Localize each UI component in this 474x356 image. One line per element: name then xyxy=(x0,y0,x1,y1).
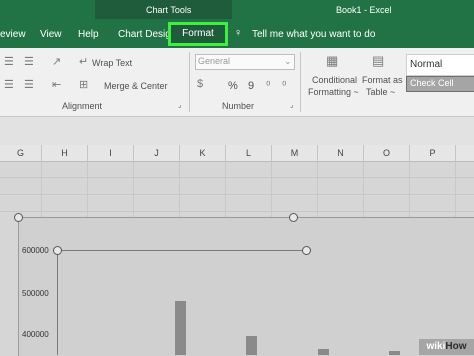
group-separator xyxy=(189,52,190,112)
resize-handle[interactable] xyxy=(14,213,23,222)
chevron-down-icon: ⌄ xyxy=(284,56,292,66)
chart-bar[interactable] xyxy=(318,349,329,355)
column-header[interactable]: N xyxy=(318,145,364,161)
y-tick-label: 500000 xyxy=(22,289,49,298)
grid-line xyxy=(317,162,318,217)
column-header[interactable]: K xyxy=(180,145,226,161)
grid-line xyxy=(225,162,226,217)
decrease-decimal-icon[interactable]: ⁰ xyxy=(282,79,286,92)
grid-line xyxy=(0,194,474,195)
increase-decimal-icon[interactable]: ⁰ xyxy=(266,79,270,92)
grid-line xyxy=(133,162,134,217)
align-left-icon[interactable]: ☰ xyxy=(4,78,14,91)
percent-button[interactable]: % xyxy=(228,80,238,92)
style-check-cell[interactable]: Check Cell xyxy=(406,76,474,92)
indent-icon[interactable]: ⇤ xyxy=(52,78,61,91)
align-icon[interactable]: ☰ xyxy=(24,55,34,68)
tell-me-search[interactable]: Tell me what you want to do xyxy=(252,29,375,40)
lightbulb-icon: ♀ xyxy=(234,27,243,39)
grid-line xyxy=(363,162,364,217)
alignment-group-label: Alignment xyxy=(62,101,103,111)
title-bar xyxy=(0,0,474,19)
grid-line xyxy=(409,162,410,217)
style-normal[interactable]: Normal xyxy=(406,54,474,76)
tab-help[interactable]: Help xyxy=(78,29,99,40)
group-separator xyxy=(300,52,301,112)
merge-center-button[interactable]: Merge & Center xyxy=(104,81,168,91)
grid-line xyxy=(0,211,474,212)
tab-view[interactable]: View xyxy=(40,29,62,40)
watermark-badge: wikiHow xyxy=(419,339,474,355)
dialog-launcher-icon[interactable]: ⌟ xyxy=(290,101,293,109)
grid-line xyxy=(0,177,474,178)
resize-handle[interactable] xyxy=(289,213,298,222)
y-tick-label: 600000 xyxy=(22,246,49,255)
chart-bar[interactable] xyxy=(246,336,257,355)
grid-line xyxy=(455,162,456,217)
column-header[interactable]: O xyxy=(364,145,410,161)
column-header[interactable]: M xyxy=(272,145,318,161)
context-title: Chart Tools xyxy=(146,5,192,15)
formula-area xyxy=(0,117,474,145)
column-header-row: G H I J K L M N O P xyxy=(0,145,474,162)
column-header[interactable]: J xyxy=(134,145,180,161)
tab-format[interactable]: Format xyxy=(168,22,228,46)
chart-bar[interactable] xyxy=(389,351,400,355)
plot-resize-handle[interactable] xyxy=(53,246,62,255)
y-tick-label: 400000 xyxy=(22,330,49,339)
wrap-text-icon[interactable]: ↵ xyxy=(79,55,88,68)
column-header[interactable]: L xyxy=(226,145,272,161)
conditional-formatting-line1[interactable]: Conditional xyxy=(312,75,357,85)
format-as-table-line1[interactable]: Format as xyxy=(362,75,403,85)
align-icon[interactable]: ☰ xyxy=(4,55,14,68)
column-header[interactable]: H xyxy=(42,145,88,161)
plot-resize-handle[interactable] xyxy=(302,246,311,255)
grid-line xyxy=(41,162,42,217)
style-check-cell-label: Check Cell xyxy=(410,78,454,88)
grid-line xyxy=(179,162,180,217)
number-format-value: General xyxy=(198,56,231,66)
format-as-table-icon[interactable]: ▤ xyxy=(372,53,384,69)
plot-area-border xyxy=(57,250,307,251)
ribbon: ☰ ☰ ↗ ↵ Wrap Text ☰ ☰ ⇤ ⊞ Merge & Center… xyxy=(0,48,474,117)
grid-line xyxy=(271,162,272,217)
merge-icon[interactable]: ⊞ xyxy=(79,78,88,91)
window-title: Book1 - Excel xyxy=(336,5,392,15)
conditional-formatting-line2[interactable]: Formatting ~ xyxy=(308,87,359,97)
column-header[interactable]: I xyxy=(88,145,134,161)
comma-button[interactable]: 9 xyxy=(248,80,254,92)
column-header[interactable]: P xyxy=(410,145,456,161)
column-header[interactable]: G xyxy=(0,145,42,161)
watermark-prefix: wiki xyxy=(426,341,446,352)
number-format-dropdown[interactable]: General ⌄ xyxy=(195,54,295,70)
wrap-text-button[interactable]: Wrap Text xyxy=(92,58,132,68)
dialog-launcher-icon[interactable]: ⌟ xyxy=(178,101,181,109)
chart-bar[interactable] xyxy=(175,301,186,355)
orientation-icon[interactable]: ↗ xyxy=(52,55,61,68)
grid-line xyxy=(87,162,88,217)
align-center-icon[interactable]: ☰ xyxy=(24,78,34,91)
number-group-label: Number xyxy=(222,101,255,111)
conditional-formatting-icon[interactable]: ▦ xyxy=(326,53,338,69)
currency-icon[interactable]: $ xyxy=(197,78,203,90)
format-as-table-line2[interactable]: Table ~ xyxy=(366,87,395,97)
tab-review[interactable]: eview xyxy=(0,29,26,40)
watermark-suffix: How xyxy=(445,341,467,352)
plot-area-border xyxy=(57,250,58,355)
style-normal-label: Normal xyxy=(410,59,443,70)
worksheet-grid[interactable] xyxy=(0,162,474,217)
